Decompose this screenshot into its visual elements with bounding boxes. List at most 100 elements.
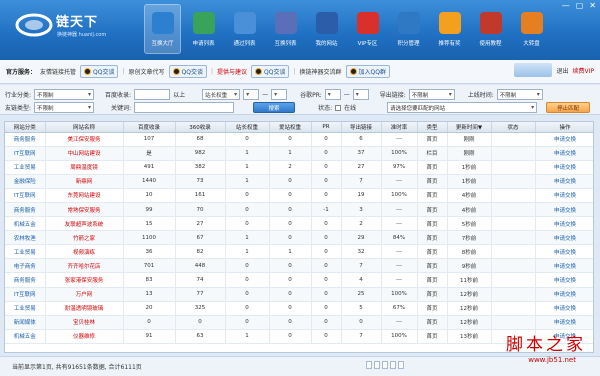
nav-item[interactable]: 通过列表 [226, 4, 263, 54]
search-button[interactable]: 搜索 [253, 102, 296, 113]
link-type-select[interactable]: 不限制 [34, 102, 95, 113]
weight-max-select[interactable] [271, 89, 288, 100]
first-page-button[interactable] [366, 361, 372, 369]
site-name-link[interactable]: 视频演练 [45, 244, 124, 260]
logout-link[interactable]: 退出 [556, 66, 568, 75]
apply-exchange-link[interactable]: 申请交换 [535, 272, 593, 288]
table-row[interactable]: 商务服务 美江保安服务 107 68 0 0 0 6 --- 首页 刚刚 申请交换 [5, 132, 593, 147]
site-name-link[interactable]: 万户网 [45, 287, 124, 302]
table-row[interactable]: 工业贸易 耐温透明镜玻璃 20 325 0 0 0 5 67% 首页 12秒前 申请交换 [5, 301, 593, 316]
nav-item[interactable]: 积分管理 [390, 4, 427, 54]
table-row[interactable]: IT互联网 东莞网站建设 10 161 0 0 0 19 100% 首页 4秒前 申请交换 [5, 188, 593, 203]
column-header[interactable]: 类型 [417, 122, 448, 133]
apply-exchange-link[interactable]: 申请交换 [535, 301, 593, 316]
table-row[interactable]: 新闻媒体 宝贝桂林 0 0 0 0 0 0 --- 首页 12秒前 申请交换 [5, 315, 593, 330]
industry-select[interactable]: 不限制 [34, 89, 95, 100]
site-name-link[interactable]: 张家港保安服务 [45, 272, 124, 288]
table-row[interactable]: IT互联网 万户网 13 77 0 0 0 25 100% 首页 12秒前 申请交换 [5, 287, 593, 302]
table-cell: 0 [311, 272, 342, 288]
qq-chat-button[interactable]: QQ交谈 [168, 65, 207, 78]
table-row[interactable]: 商务服务 张家港保安服务 83 74 0 0 0 4 --- 首页 11秒前 申请交换 [5, 272, 593, 288]
qq-label: QQ交谈 [264, 69, 286, 76]
apply-exchange-link[interactable]: 申请交换 [535, 202, 593, 218]
outlinks-select[interactable]: 不限制 [408, 89, 455, 100]
column-header[interactable]: 准时率 [381, 122, 418, 133]
nav-item[interactable]: 我的网站 [308, 4, 345, 54]
column-header[interactable]: 站长权重 [225, 122, 270, 133]
prev-page-button[interactable] [374, 361, 380, 369]
column-header[interactable]: PR [311, 122, 342, 133]
baidu-min-input[interactable] [134, 89, 171, 100]
table-cell: --- [381, 258, 418, 274]
apply-exchange-link[interactable]: 申请交换 [535, 287, 593, 302]
table-row[interactable]: 金融保险 新鼎网 1440 73 1 0 0 7 --- 首页 1秒前 申请交换 [5, 174, 593, 189]
column-header[interactable]: 导出链接 [341, 122, 382, 133]
table-row[interactable]: 工业贸易 周鼎温度镜 491 382 1 2 0 27 97% 首页 1秒前 申请交换 [5, 160, 593, 175]
column-header[interactable]: 360收录 [175, 122, 226, 133]
site-name-link[interactable]: 中山网站建设 [45, 146, 124, 161]
site-name-link[interactable]: 美江保安服务 [45, 132, 124, 147]
close-button[interactable]: ✕ [589, 2, 596, 10]
table-row[interactable]: 商务服务 常熟保安服务 99 70 0 0 -1 3 --- 首页 4秒前 申请交换 [5, 202, 593, 218]
column-header[interactable]: 爱站权重 [269, 122, 312, 133]
nav-item[interactable]: 互换列表 [267, 4, 304, 54]
table-cell: 刚刚 [447, 146, 492, 161]
site-name-link[interactable]: 周鼎温度镜 [45, 160, 124, 175]
apply-exchange-link[interactable]: 申请交换 [535, 146, 593, 161]
nav-item[interactable]: 推荐有奖 [431, 4, 468, 54]
nav-item[interactable]: 大转盘 [513, 4, 550, 54]
apply-exchange-link[interactable]: 申请交换 [535, 315, 593, 330]
page-button[interactable] [390, 361, 396, 369]
table-row[interactable]: 工业贸易 视频演练 36 82 1 1 0 32 --- 首页 8秒前 申请交换 [5, 244, 593, 260]
site-name-link[interactable]: 仪器维修 [45, 329, 124, 344]
site-name-link[interactable]: 友联超声波系统 [45, 216, 124, 232]
site-name-link[interactable]: 东莞网站建设 [45, 188, 124, 203]
online-time-select[interactable]: 不限制 [496, 89, 543, 100]
site-name-link[interactable]: 常熟保安服务 [45, 202, 124, 218]
online-checkbox[interactable] [335, 104, 342, 111]
site-name-link[interactable]: 宝贝桂林 [45, 315, 124, 330]
qq-chat-button[interactable]: QQ交谈 [80, 65, 119, 78]
qq-chat-button[interactable]: QQ交谈 [251, 65, 290, 78]
column-header[interactable]: 更新时间▼ [447, 122, 492, 133]
apply-exchange-link[interactable]: 申请交换 [535, 244, 593, 260]
next-page-button[interactable] [398, 361, 404, 369]
apply-exchange-link[interactable]: 申请交换 [535, 230, 593, 246]
apply-exchange-link[interactable]: 申请交换 [535, 216, 593, 232]
weight-min-select[interactable] [243, 89, 260, 100]
column-header[interactable]: 百度收录 [123, 122, 176, 133]
apply-exchange-link[interactable]: 申请交换 [535, 132, 593, 147]
apply-exchange-link[interactable]: 申请交换 [535, 258, 593, 274]
site-name-link[interactable]: 新鼎网 [45, 174, 124, 189]
column-header[interactable]: 网站分类 [5, 122, 46, 133]
site-name-link[interactable]: 竹箭之家 [45, 230, 124, 246]
column-header[interactable]: 操作 [535, 122, 593, 133]
site-name-link[interactable]: 齐齐哈尔花店 [45, 258, 124, 274]
apply-exchange-link[interactable]: 申请交换 [535, 174, 593, 189]
match-site-select[interactable]: 请选择您要匹配的网站 [387, 102, 538, 113]
join-qq-group-button[interactable]: 加入QQ群 [345, 65, 390, 78]
nav-item[interactable]: VIP专区 [349, 4, 386, 54]
maximize-button[interactable]: ▢ [576, 2, 584, 10]
page-button[interactable] [382, 361, 388, 369]
site-name-link[interactable]: 耐温透明镜玻璃 [45, 301, 124, 316]
apply-exchange-link[interactable]: 申请交换 [535, 160, 593, 175]
keyword-input[interactable] [134, 102, 235, 113]
column-header[interactable]: 状态 [491, 122, 536, 133]
table-row[interactable]: 电子商务 齐齐哈尔花店 701 448 0 0 0 7 --- 首页 9秒前 申请交换 [5, 258, 593, 274]
minimize-button[interactable]: — [562, 2, 570, 10]
table-row[interactable]: 机械五金 友联超声波系统 15 27 0 0 0 2 --- 首页 5秒前 申请交换 [5, 216, 593, 232]
pr-max-select[interactable] [352, 89, 369, 100]
stop-match-button[interactable]: 停止匹配 [546, 102, 591, 113]
column-header[interactable]: 网站名称 [45, 122, 124, 133]
weight-select[interactable]: 站长权重 [202, 89, 241, 100]
pr-min-select[interactable] [324, 89, 341, 100]
nav-item[interactable]: 使用教程 [472, 4, 509, 54]
table-row[interactable]: IT互联网 中山网站建设是 982 1 1 0 37 100% 栏目 刚刚 申请交换 [5, 146, 593, 161]
nav-item[interactable]: 申请列表 [185, 4, 222, 54]
table-row[interactable]: 农林牧渔 竹箭之家 1100 67 1 0 0 29 84% 首页 7秒前 申请交换 [5, 230, 593, 246]
nav-item[interactable]: 互换大厅 [144, 4, 181, 54]
renew-vip-link[interactable]: 续费VIP [573, 66, 595, 75]
apply-exchange-link[interactable]: 申请交换 [535, 188, 593, 203]
table-cell: 0 [269, 329, 312, 344]
